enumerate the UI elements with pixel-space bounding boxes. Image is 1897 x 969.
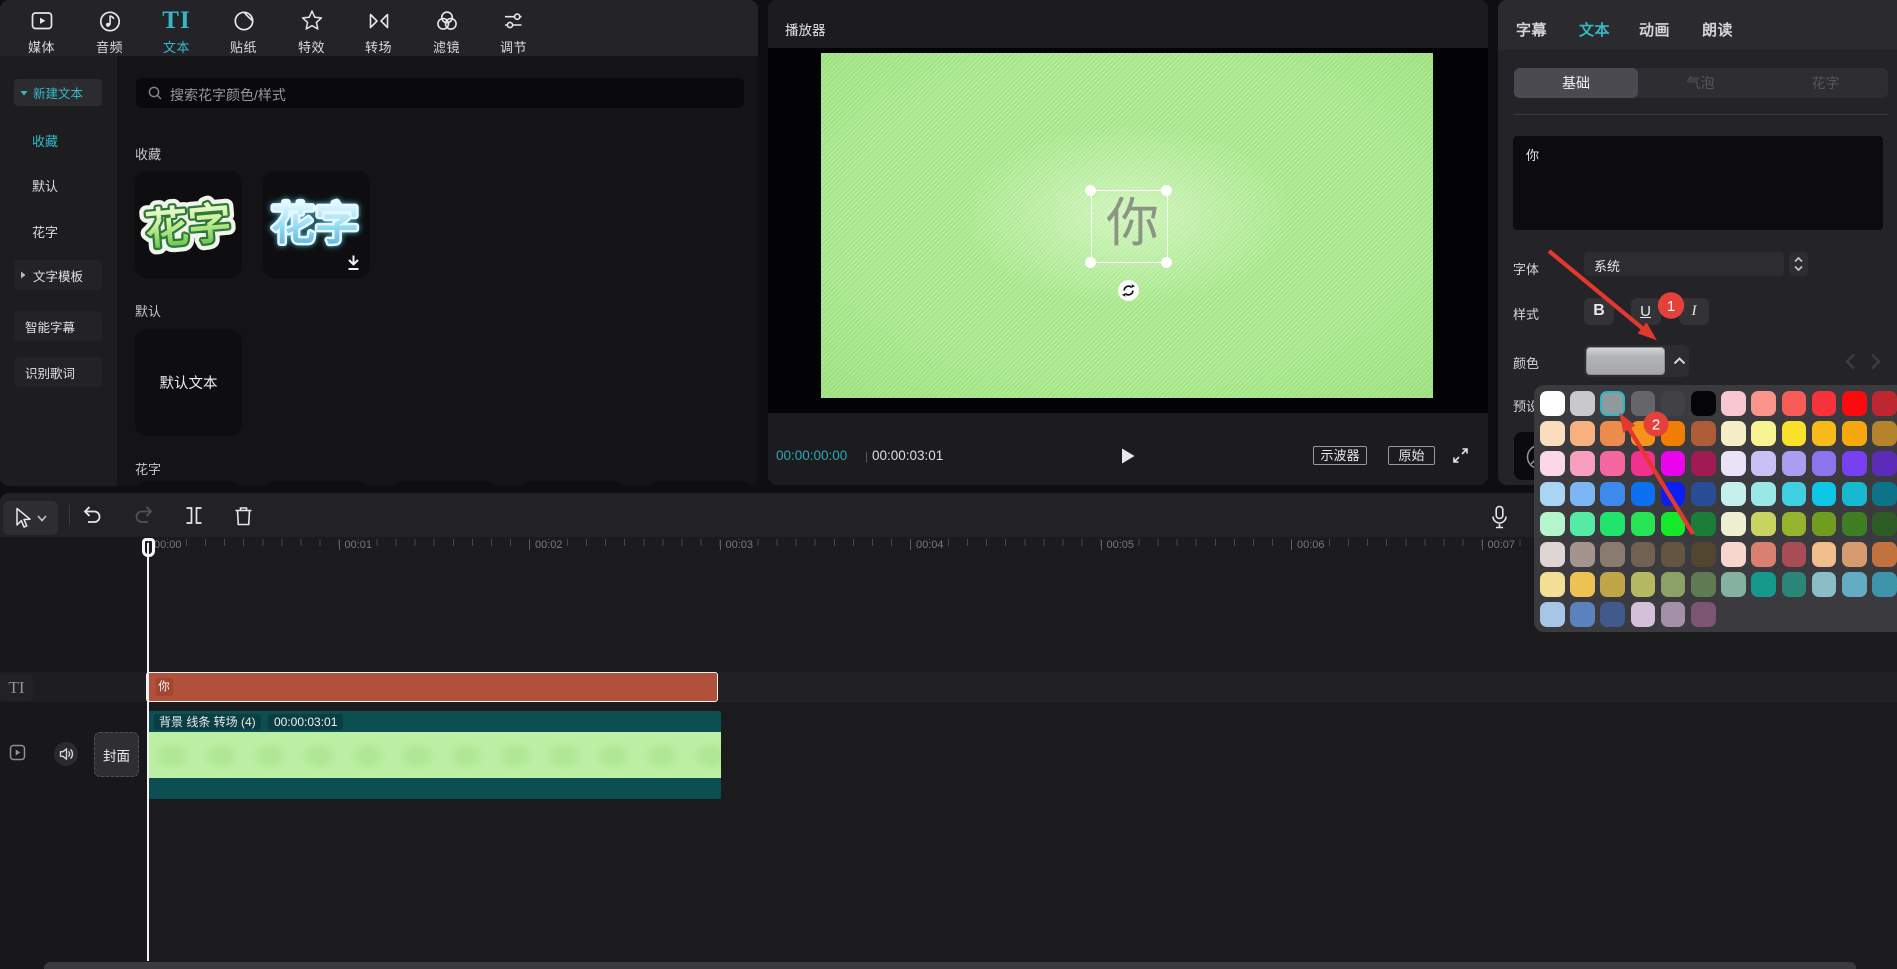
svg-text:2: 2	[1652, 417, 1660, 434]
svg-text:1: 1	[1667, 298, 1675, 315]
